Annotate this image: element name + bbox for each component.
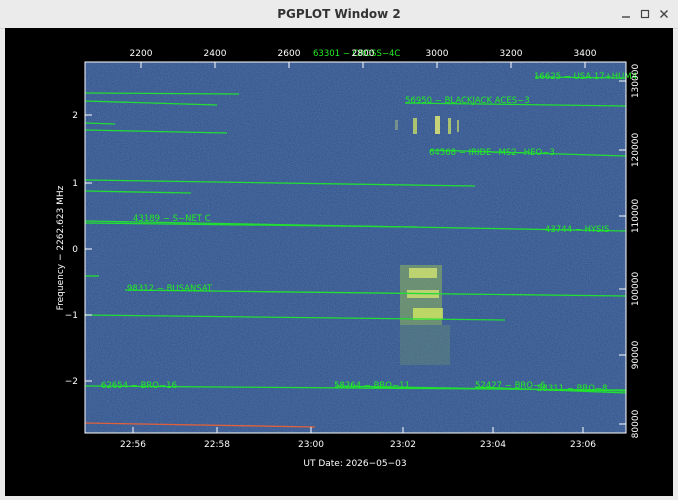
title-bar[interactable]: PGPLOT Window 2	[0, 0, 678, 29]
left-tick-label: 1	[72, 179, 78, 189]
bottom-tick-label: 23:00	[298, 440, 324, 450]
right-axis: 130000 120000 110000 100000 90000 80000	[631, 64, 641, 439]
y-axis-label: Frequency − 2262.623 MHz	[56, 185, 66, 310]
x-axis-label: UT Date: 2026−05−03	[303, 459, 406, 469]
bottom-tick-label: 22:58	[204, 440, 230, 450]
sat-label: 56950 − BLACKJACK ACES−3	[405, 96, 530, 106]
left-tick-label: 0	[72, 245, 78, 255]
top-tick-label: 2200	[130, 49, 153, 59]
top-tick-label: 2400	[204, 49, 227, 59]
left-tick-label: 2	[72, 111, 78, 121]
top-tick-label: 3200	[500, 49, 523, 59]
maximize-button[interactable]	[637, 6, 653, 22]
sat-label: 43744 − HYSIS	[545, 225, 609, 235]
plot-canvas: 63301 − CROSS−4C 16625 − USA 17+HUM4 569…	[5, 28, 673, 496]
bottom-axis: 22:56 22:58 23:00 23:02 23:04 23:06	[120, 440, 596, 450]
sat-label: 58311 − BRO−8	[537, 384, 608, 394]
sat-label: 52427 − BRO−6	[475, 381, 546, 391]
top-axis: 2200 2400 2600 2800 3000 3200 3400	[130, 49, 597, 59]
window-title: PGPLOT Window 2	[277, 7, 401, 21]
right-tick-label: 80000	[631, 409, 641, 438]
sat-label: 62654 − BRO−16	[101, 381, 177, 391]
right-tick-label: 100000	[631, 272, 641, 307]
right-tick-label: 90000	[631, 340, 641, 369]
top-tick-label: 3000	[426, 49, 449, 59]
left-tick-label: −2	[65, 377, 78, 387]
bottom-tick-label: 23:06	[570, 440, 596, 450]
maximize-icon	[640, 9, 650, 19]
bottom-tick-label: 22:56	[120, 440, 146, 450]
right-tick-label: 130000	[631, 64, 641, 99]
right-tick-label: 120000	[631, 133, 641, 168]
bottom-tick-label: 23:04	[480, 440, 506, 450]
top-tick-label: 3400	[574, 49, 597, 59]
top-tick-label: 2800	[352, 49, 375, 59]
sat-label: 98312 − BUSANSAT	[127, 284, 213, 294]
sat-label: 64568 − IRIDE−MS2−HEO−3	[429, 148, 555, 158]
minimize-button[interactable]	[618, 6, 634, 22]
left-tick-label: −1	[65, 311, 78, 321]
bottom-tick-label: 23:02	[390, 440, 416, 450]
minimize-icon	[622, 16, 630, 18]
waterfall-plot: 63301 − CROSS−4C 16625 − USA 17+HUM4 569…	[56, 49, 641, 469]
top-tick-label: 2600	[278, 49, 301, 59]
app-window: PGPLOT Window 2 63301 − CROSS−4C 16625 −…	[0, 0, 678, 500]
sat-label: 43189 − S−NET C	[133, 214, 211, 224]
right-tick-label: 110000	[631, 199, 641, 234]
sat-label: 58264 − BRO−11	[334, 381, 410, 391]
close-icon	[660, 10, 668, 18]
left-axis: 2 1 0 −1 −2	[65, 111, 79, 387]
waterfall-noise	[85, 62, 626, 433]
close-button[interactable]	[656, 6, 672, 22]
